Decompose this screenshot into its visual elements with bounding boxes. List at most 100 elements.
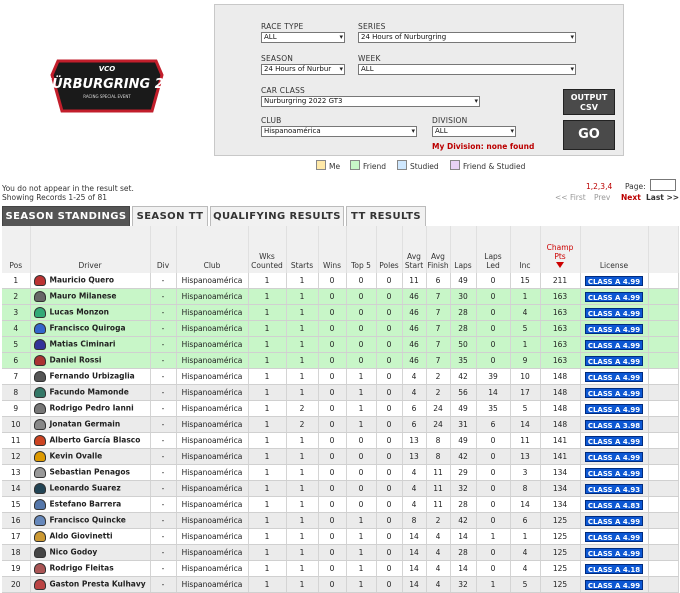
col-header-club[interactable]: Club — [176, 226, 249, 273]
series-select[interactable]: 24 Hours of Nurburgring ▾ — [358, 32, 576, 43]
license-badge[interactable]: CLASS A 4.99 — [585, 371, 643, 382]
license-cell[interactable]: CLASS A 4.99 — [580, 304, 649, 321]
license-cell[interactable]: CLASS A 4.99 — [580, 368, 649, 385]
license-cell[interactable]: CLASS A 4.99 — [580, 576, 649, 593]
driver-name[interactable]: Rodrigo Fleitas — [50, 564, 114, 573]
license-cell[interactable]: CLASS A 4.99 — [580, 336, 649, 353]
license-badge[interactable]: CLASS A 4.18 — [585, 563, 643, 574]
col-header-inc[interactable]: Inc — [510, 226, 541, 273]
race-type-select[interactable]: ALL ▾ — [261, 32, 345, 43]
license-badge[interactable]: CLASS A 4.99 — [585, 291, 643, 302]
club-select[interactable]: Hispanoamérica ▾ — [261, 126, 417, 137]
driver-name[interactable]: Mauro Milanese — [50, 292, 117, 301]
license-badge[interactable]: CLASS A 4.99 — [585, 547, 643, 558]
driver-cell[interactable]: Mauricio Quero — [30, 273, 151, 289]
page-links[interactable]: 1,2,3,4 — [586, 182, 612, 191]
license-cell[interactable]: CLASS A 4.99 — [580, 448, 649, 465]
driver-cell[interactable]: Nico Godoy — [30, 544, 151, 561]
tab-season-standings[interactable]: SEASON STANDINGS — [2, 206, 130, 226]
license-cell[interactable]: CLASS A 4.93 — [580, 480, 649, 497]
license-cell[interactable]: CLASS A 4.99 — [580, 432, 649, 449]
tab-qualifying-results[interactable]: QUALIFYING RESULTS — [210, 206, 344, 226]
col-header-wks-counted[interactable]: Wks Counted — [248, 226, 287, 273]
driver-cell[interactable]: Mauro Milanese — [30, 288, 151, 305]
license-badge[interactable]: CLASS A 4.99 — [585, 307, 643, 318]
driver-name[interactable]: Gaston Presta Kulhavy — [50, 580, 146, 589]
output-csv-button[interactable]: OUTPUT CSV — [563, 89, 615, 115]
go-button[interactable]: GO — [563, 120, 615, 150]
driver-name[interactable]: Estefano Barrera — [50, 500, 122, 509]
license-badge[interactable]: CLASS A 4.99 — [585, 403, 643, 414]
driver-name[interactable]: Jonatan Germain — [50, 420, 121, 429]
week-select[interactable]: ALL ▾ — [358, 64, 576, 75]
driver-name[interactable]: Nico Godoy — [50, 548, 98, 557]
col-header-pos[interactable]: Pos — [2, 226, 31, 273]
col-header-avg-start[interactable]: Avg Start — [402, 226, 427, 273]
driver-cell[interactable]: Fernando Urbizaglia — [30, 368, 151, 385]
driver-name[interactable]: Kevin Ovalle — [50, 452, 103, 461]
col-header-starts[interactable]: Starts — [286, 226, 319, 273]
col-header-poles[interactable]: Poles — [376, 226, 403, 273]
last-link[interactable]: Last >> — [646, 193, 679, 202]
driver-cell[interactable]: Aldo Giovinetti — [30, 528, 151, 545]
license-badge[interactable]: CLASS A 4.99 — [585, 579, 643, 590]
next-link[interactable]: Next — [621, 193, 641, 202]
driver-cell[interactable]: Matias Ciminari — [30, 336, 151, 353]
license-badge[interactable]: CLASS A 3.98 — [585, 419, 643, 430]
driver-name[interactable]: Leonardo Suarez — [50, 484, 121, 493]
driver-name[interactable]: Rodrigo Pedro Ianni — [50, 404, 134, 413]
car-class-select[interactable]: Nurburgring 2022 GT3 ▾ — [261, 96, 480, 107]
first-link[interactable]: << First — [555, 193, 586, 202]
prev-link[interactable]: Prev — [594, 193, 610, 202]
col-header-wins[interactable]: Wins — [318, 226, 347, 273]
division-select[interactable]: ALL ▾ — [432, 126, 516, 137]
license-badge[interactable]: CLASS A 4.99 — [585, 339, 643, 350]
driver-name[interactable]: Mauricio Quero — [50, 276, 115, 285]
driver-name[interactable]: Aldo Giovinetti — [50, 532, 113, 541]
driver-name[interactable]: Francisco Quincke — [50, 516, 126, 525]
driver-name[interactable]: Daniel Rossi — [50, 356, 102, 365]
tab-season-tt[interactable]: SEASON TT — [132, 206, 208, 226]
driver-cell[interactable]: Jonatan Germain — [30, 416, 151, 433]
license-badge[interactable]: CLASS A 4.99 — [585, 435, 643, 446]
license-badge[interactable]: CLASS A 4.99 — [585, 531, 643, 542]
license-cell[interactable]: CLASS A 4.83 — [580, 496, 649, 513]
driver-name[interactable]: Fernando Urbizaglia — [50, 372, 135, 381]
driver-cell[interactable]: Gaston Presta Kulhavy — [30, 576, 151, 593]
license-cell[interactable]: CLASS A 4.99 — [580, 352, 649, 369]
driver-cell[interactable]: Rodrigo Pedro Ianni — [30, 400, 151, 417]
license-badge[interactable]: CLASS A 4.99 — [585, 323, 643, 334]
driver-cell[interactable]: Rodrigo Fleitas — [30, 560, 151, 577]
page-input[interactable] — [650, 179, 676, 191]
col-header-driver[interactable]: Driver — [30, 226, 151, 273]
driver-cell[interactable]: Facundo Mamonde — [30, 384, 151, 401]
driver-cell[interactable]: Sebastian Penagos — [30, 464, 151, 481]
license-cell[interactable]: CLASS A 4.99 — [580, 400, 649, 417]
license-cell[interactable]: CLASS A 4.99 — [580, 464, 649, 481]
license-cell[interactable]: CLASS A 4.99 — [580, 320, 649, 337]
driver-cell[interactable]: Daniel Rossi — [30, 352, 151, 369]
col-header-avg-finish[interactable]: Avg Finish — [426, 226, 451, 273]
season-select[interactable]: 24 Hours of Nurbur ▾ — [261, 64, 345, 75]
license-cell[interactable]: CLASS A 4.99 — [580, 528, 649, 545]
driver-name[interactable]: Facundo Mamonde — [50, 388, 129, 397]
license-badge[interactable]: CLASS A 4.99 — [585, 515, 643, 526]
driver-cell[interactable]: Alberto García Blasco — [30, 432, 151, 449]
driver-cell[interactable]: Estefano Barrera — [30, 496, 151, 513]
license-badge[interactable]: CLASS A 4.93 — [585, 483, 643, 494]
col-header-laps-led[interactable]: Laps Led — [476, 226, 511, 273]
driver-cell[interactable]: Francisco Quincke — [30, 512, 151, 529]
driver-name[interactable]: Sebastian Penagos — [50, 468, 131, 477]
license-cell[interactable]: CLASS A 4.99 — [580, 544, 649, 561]
driver-cell[interactable]: Leonardo Suarez — [30, 480, 151, 497]
driver-name[interactable]: Matias Ciminari — [50, 340, 116, 349]
driver-name[interactable]: Francisco Quiroga — [50, 324, 126, 333]
col-header-champ-pts[interactable]: Champ Pts — [540, 226, 581, 273]
license-badge[interactable]: CLASS A 4.99 — [585, 451, 643, 462]
driver-name[interactable]: Lucas Monzon — [50, 308, 110, 317]
license-cell[interactable]: CLASS A 4.99 — [580, 288, 649, 305]
license-badge[interactable]: CLASS A 4.99 — [585, 467, 643, 478]
col-header-license[interactable]: License — [580, 226, 649, 273]
driver-name[interactable]: Alberto García Blasco — [50, 436, 141, 445]
driver-cell[interactable]: Kevin Ovalle — [30, 448, 151, 465]
